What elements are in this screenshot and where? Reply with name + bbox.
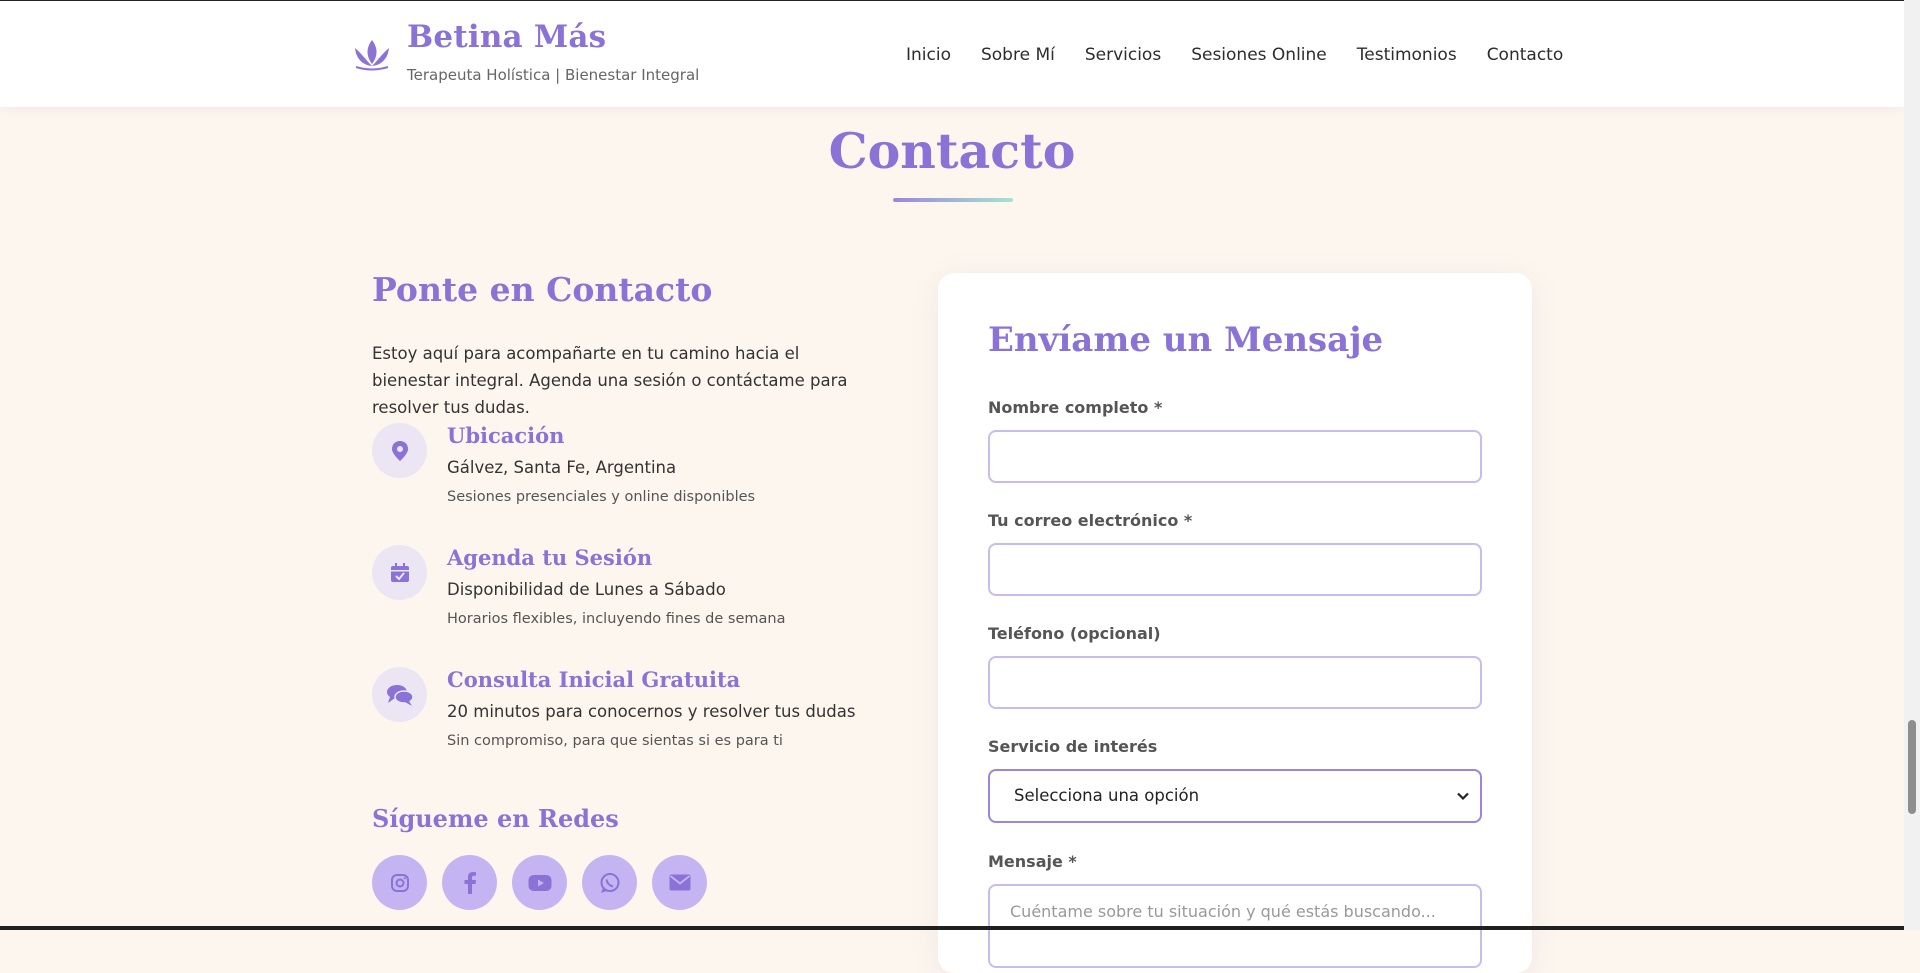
info-subtext: Sin compromiso, para que sientas si es p… bbox=[447, 733, 783, 749]
nav-item-sobre-mi[interactable]: Sobre Mí bbox=[981, 45, 1055, 65]
name-field[interactable] bbox=[988, 430, 1482, 483]
contact-heading: Ponte en Contacto bbox=[372, 270, 713, 309]
info-subtext: Sesiones presenciales y online disponibl… bbox=[447, 489, 756, 505]
info-item-location: Ubicación Gálvez, Santa Fe, Argentina Se… bbox=[372, 423, 892, 523]
scrollbar-thumb[interactable] bbox=[1908, 720, 1916, 814]
location-pin-icon bbox=[372, 423, 427, 478]
contact-intro: Estoy aquí para acompañarte en tu camino… bbox=[372, 344, 848, 417]
youtube-link[interactable] bbox=[512, 855, 567, 910]
chat-bubbles-icon bbox=[372, 667, 427, 722]
info-text: 20 minutos para conocernos y resolver tu… bbox=[447, 702, 856, 721]
section-title: Contacto bbox=[828, 122, 1076, 180]
lotus-logo-icon[interactable] bbox=[352, 34, 392, 74]
email-icon bbox=[669, 874, 690, 891]
info-text: Disponibilidad de Lunes a Sábado bbox=[447, 580, 726, 599]
info-subtext: Horarios flexibles, incluyendo fines de … bbox=[447, 611, 786, 627]
info-title: Consulta Inicial Gratuita bbox=[447, 667, 741, 692]
site-header: Betina Más Terapeuta Holística | Bienest… bbox=[0, 0, 1904, 107]
email-field[interactable] bbox=[988, 543, 1482, 596]
info-item-schedule: Agenda tu Sesión Disponibilidad de Lunes… bbox=[372, 545, 892, 645]
calendar-check-icon bbox=[372, 545, 427, 600]
info-text: Gálvez, Santa Fe, Argentina bbox=[447, 458, 677, 477]
service-selected-value: Selecciona una opción bbox=[1014, 786, 1200, 805]
nav-item-testimonios[interactable]: Testimonios bbox=[1357, 45, 1457, 65]
facebook-icon bbox=[464, 871, 476, 894]
phone-label: Teléfono (opcional) bbox=[988, 624, 1161, 643]
main-nav: Inicio Sobre Mí Servicios Sesiones Onlin… bbox=[906, 45, 1563, 65]
nav-item-servicios[interactable]: Servicios bbox=[1085, 45, 1161, 65]
title-underline bbox=[893, 198, 1013, 202]
form-title: Envíame un Mensaje bbox=[988, 320, 1384, 360]
nav-item-contacto[interactable]: Contacto bbox=[1487, 45, 1564, 65]
name-label: Nombre completo * bbox=[988, 398, 1163, 417]
info-item-consultation: Consulta Inicial Gratuita 20 minutos par… bbox=[372, 667, 892, 767]
info-title: Ubicación bbox=[447, 423, 565, 448]
message-label: Mensaje * bbox=[988, 852, 1077, 871]
page-scrollbar[interactable] bbox=[1904, 0, 1920, 930]
email-label: Tu correo electrónico * bbox=[988, 511, 1193, 530]
email-link[interactable] bbox=[652, 855, 707, 910]
service-label: Servicio de interés bbox=[988, 737, 1158, 756]
message-placeholder: Cuéntame sobre tu situación y qué estás … bbox=[1010, 902, 1436, 921]
social-links bbox=[372, 855, 707, 910]
chevron-down-icon bbox=[1457, 792, 1469, 801]
info-title: Agenda tu Sesión bbox=[447, 545, 653, 570]
facebook-link[interactable] bbox=[442, 855, 497, 910]
brand-name[interactable]: Betina Más bbox=[407, 19, 606, 55]
service-select[interactable]: Selecciona una opción bbox=[988, 769, 1482, 823]
whatsapp-link[interactable] bbox=[582, 855, 637, 910]
youtube-icon bbox=[528, 874, 551, 891]
phone-field[interactable] bbox=[988, 656, 1482, 709]
whatsapp-icon bbox=[600, 872, 619, 893]
contact-form-card: Envíame un Mensaje Nombre completo * Tu … bbox=[938, 273, 1532, 973]
instagram-link[interactable] bbox=[372, 855, 427, 910]
instagram-icon bbox=[390, 873, 409, 892]
nav-item-inicio[interactable]: Inicio bbox=[906, 45, 951, 65]
brand-tagline: Terapeuta Holística | Bienestar Integral bbox=[407, 66, 700, 84]
nav-item-sesiones-online[interactable]: Sesiones Online bbox=[1191, 45, 1327, 65]
bottom-edge bbox=[0, 926, 1904, 930]
social-heading: Sígueme en Redes bbox=[372, 804, 619, 833]
